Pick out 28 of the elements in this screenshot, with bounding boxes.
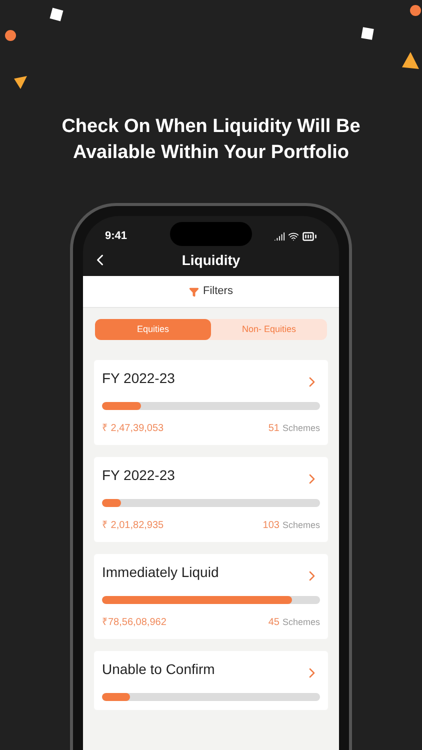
amount: ₹ 2,47,39,053: [102, 422, 164, 436]
signal-icon: [274, 230, 285, 242]
card-title: Immediately Liquid: [102, 563, 219, 582]
filter-icon: [189, 286, 200, 296]
scheme-count: 51: [268, 422, 280, 436]
schemes-label: Schemes: [282, 616, 320, 629]
schemes-label: Schemes: [282, 518, 320, 532]
filters-button[interactable]: Filters: [83, 276, 339, 308]
wifi-icon: [288, 230, 299, 242]
liquidity-card[interactable]: Unable to Confirm: [94, 651, 328, 710]
liquidity-card[interactable]: FY 2022-23 ₹ 2,47,39,053 51 Schemes: [94, 360, 328, 445]
scheme-count: 103: [262, 519, 280, 533]
confetti-triangle: [14, 76, 27, 89]
liquidity-card[interactable]: FY 2022-23 ₹ 2,01,82,935 103 Schemes: [94, 457, 328, 542]
schemes-label: Schemes: [282, 422, 320, 435]
amount: ₹ 2,01,82,935: [102, 519, 164, 533]
headline: Check On When Liquidity Will Be Available Within Your Portfolio: [61, 115, 361, 165]
card-title: FY 2022-23: [102, 466, 175, 485]
confetti-square: [50, 8, 64, 22]
confetti-triangle: [402, 52, 419, 69]
liquidity-card[interactable]: Immediately Liquid ₹78,56,08,962 45 Schemes: [94, 554, 328, 639]
status-time: 9:41: [105, 228, 128, 244]
scheme-count: 45: [268, 616, 280, 630]
card-title: FY 2022-23: [102, 369, 175, 388]
card-title: Unable to Confirm: [102, 660, 215, 679]
screen-title: Liquidity: [182, 250, 240, 270]
amount: ₹78,56,08,962: [102, 616, 166, 630]
confetti-square: [361, 27, 374, 40]
